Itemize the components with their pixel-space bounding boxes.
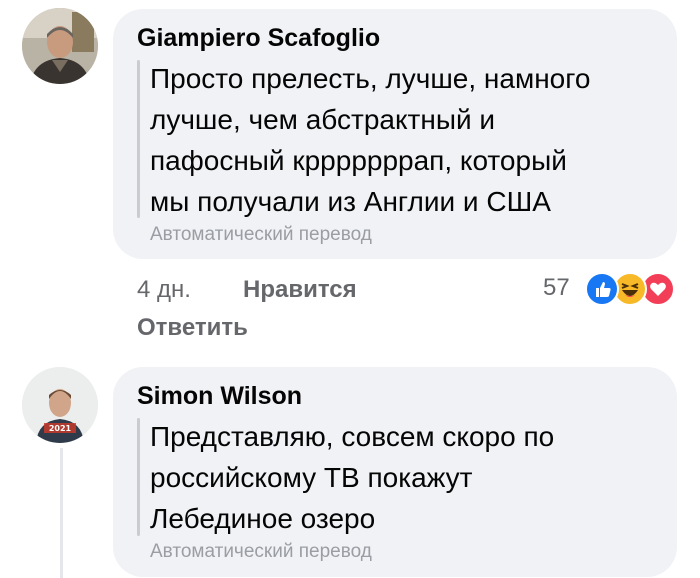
comment-line: мы получали из Англии и США: [150, 186, 551, 217]
avatar-simon[interactable]: 2021: [22, 367, 98, 443]
avatar-image: 2021: [22, 367, 98, 443]
comment-line: Просто прелесть, лучше, намного: [150, 63, 591, 94]
comment-line: пафосный крррррррап, который: [150, 145, 567, 176]
avatar-giampiero[interactable]: [22, 8, 98, 84]
comment-line: Лебединое озеро: [150, 503, 376, 534]
comment-text: Представляю, совсем скоро по российскому…: [150, 416, 554, 539]
comment-author[interactable]: Giampiero Scafoglio: [137, 24, 380, 53]
comment-line: Представляю, совсем скоро по: [150, 421, 555, 452]
avatar-caption: 2021: [49, 424, 72, 433]
reply-button[interactable]: Ответить: [137, 314, 248, 342]
auto-translation-label[interactable]: Автоматический перевод: [150, 224, 372, 246]
quote-bar: [137, 418, 140, 536]
avatar-image: [22, 8, 98, 84]
comment-time[interactable]: 4 дн.: [137, 276, 191, 304]
like-reaction-icon: [585, 272, 619, 306]
reaction-count[interactable]: 57: [543, 274, 570, 302]
reply-thread-line: [60, 448, 63, 578]
auto-translation-label[interactable]: Автоматический перевод: [150, 541, 372, 563]
quote-bar: [137, 60, 140, 218]
comment-author[interactable]: Simon Wilson: [137, 382, 302, 411]
comment-line: лучше, чем абстрактный и: [150, 104, 496, 135]
comment-text: Просто прелесть, лучше, намного лучше, ч…: [150, 58, 590, 222]
comment-line: российскому ТВ покажут: [150, 462, 473, 493]
like-button[interactable]: Нравится: [243, 276, 357, 304]
